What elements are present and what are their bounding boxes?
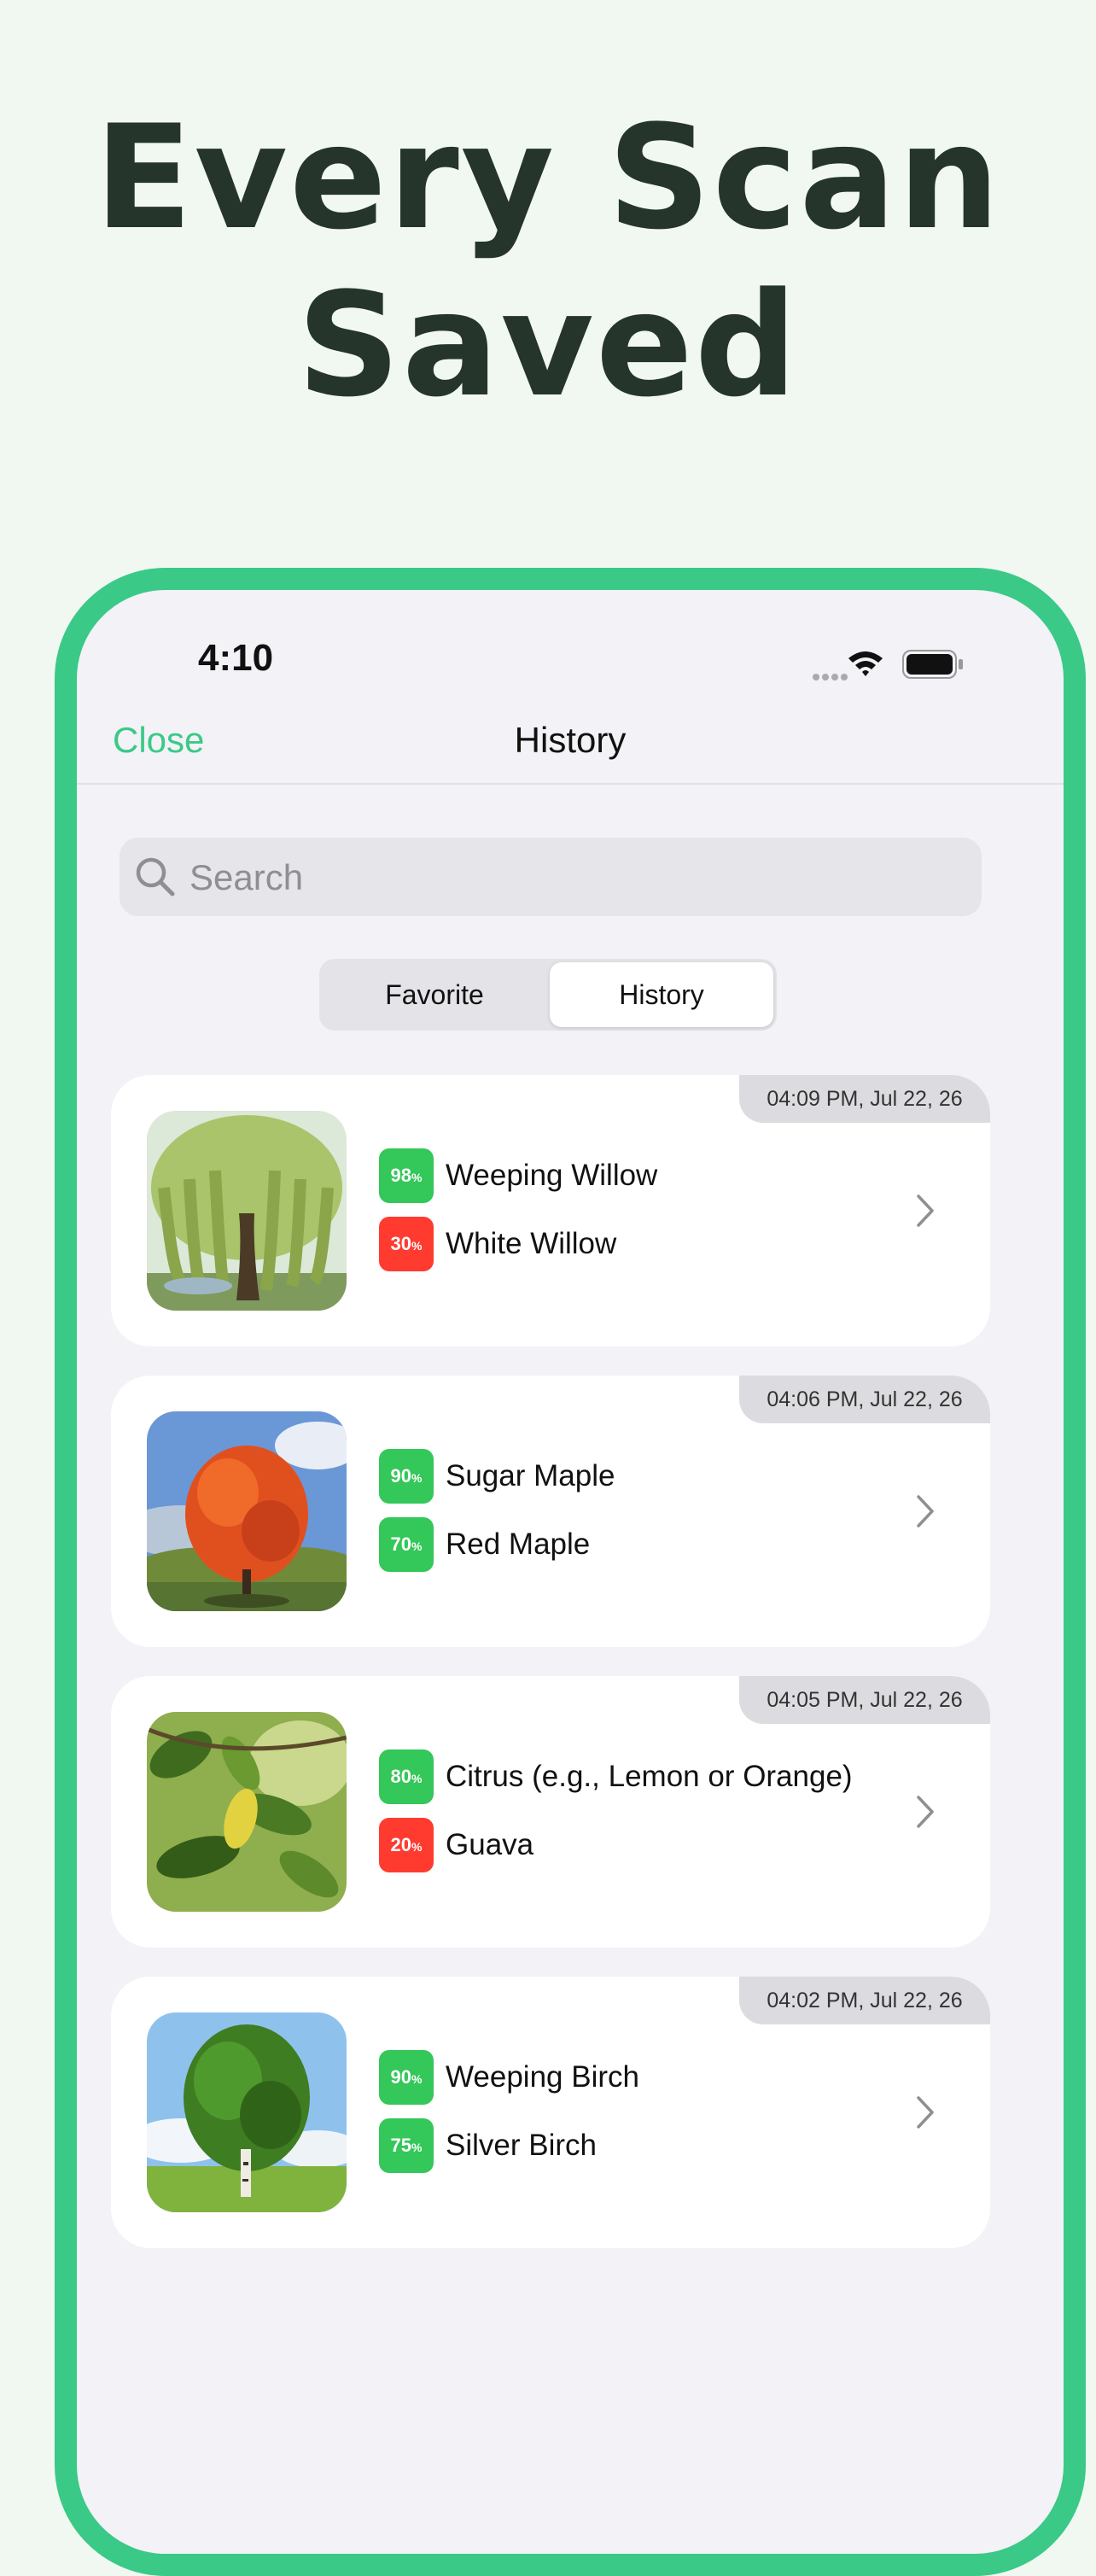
citrus-leaves-photo <box>147 1712 347 1912</box>
confidence-badge: 30% <box>379 1217 434 1271</box>
species-name: Citrus (e.g., Lemon or Orange) <box>446 1760 853 1793</box>
page-title: History <box>514 720 627 760</box>
history-card[interactable]: 04:09 PM, Jul 22, 26 98% Weeping Willow … <box>111 1075 990 1346</box>
scan-timestamp: 04:05 PM, Jul 22, 26 <box>739 1676 990 1724</box>
confidence-badge: 70% <box>379 1517 434 1572</box>
chevron-right-icon <box>917 1195 934 1227</box>
history-list: 04:09 PM, Jul 22, 26 98% Weeping Willow … <box>111 1075 990 2277</box>
battery-icon <box>902 650 963 679</box>
wifi-icon <box>848 651 883 676</box>
nav-bar: Close History <box>77 701 1064 785</box>
confidence-badge: 20% <box>379 1818 434 1872</box>
species-name: Weeping Willow <box>446 1159 658 1192</box>
confidence-badge: 90% <box>379 2050 434 2105</box>
confidence-badge: 90% <box>379 1449 434 1504</box>
species-name: Weeping Birch <box>446 2060 639 2094</box>
scan-timestamp: 04:09 PM, Jul 22, 26 <box>739 1075 990 1123</box>
cellular-signal-icon <box>813 668 850 684</box>
scan-timestamp: 04:02 PM, Jul 22, 26 <box>739 1977 990 2024</box>
sugar-maple-photo <box>147 1411 347 1611</box>
species-name: Sugar Maple <box>446 1459 615 1492</box>
phone-frame: 4:10 Close History Favorite History 04:0… <box>55 568 1086 2576</box>
confidence-badge: 80% <box>379 1749 434 1804</box>
history-card[interactable]: 04:06 PM, Jul 22, 26 90% Sugar Maple 70%… <box>111 1376 990 1647</box>
chevron-right-icon <box>917 2096 934 2129</box>
species-name: Silver Birch <box>446 2129 597 2162</box>
headline-line-2: Saved <box>296 261 800 429</box>
tab-history[interactable]: History <box>550 962 773 1027</box>
chevron-right-icon <box>917 1495 934 1527</box>
confidence-badge: 75% <box>379 2118 434 2173</box>
status-time: 4:10 <box>198 637 274 679</box>
weeping-willow-photo <box>147 1111 347 1311</box>
scan-timestamp: 04:06 PM, Jul 22, 26 <box>739 1376 990 1423</box>
headline: Every Scan Saved <box>0 94 1096 429</box>
confidence-badge: 98% <box>379 1148 434 1203</box>
headline-line-1: Every Scan <box>94 94 1002 261</box>
chevron-right-icon <box>917 1796 934 1828</box>
segmented-control: Favorite History <box>319 959 777 1031</box>
search-icon <box>136 857 175 897</box>
species-name: Guava <box>446 1828 534 1861</box>
search-bar[interactable] <box>120 838 982 918</box>
species-name: White Willow <box>446 1227 617 1260</box>
history-card[interactable]: 04:05 PM, Jul 22, 26 80% Citrus (e.g., L… <box>111 1676 990 1948</box>
status-bar: 4:10 <box>77 590 1064 692</box>
search-input[interactable] <box>188 838 959 918</box>
history-card[interactable]: 04:02 PM, Jul 22, 26 90% Weeping Birch 7… <box>111 1977 990 2248</box>
tab-favorite[interactable]: Favorite <box>323 962 546 1027</box>
species-name: Red Maple <box>446 1527 591 1561</box>
weeping-birch-photo <box>147 2012 347 2212</box>
